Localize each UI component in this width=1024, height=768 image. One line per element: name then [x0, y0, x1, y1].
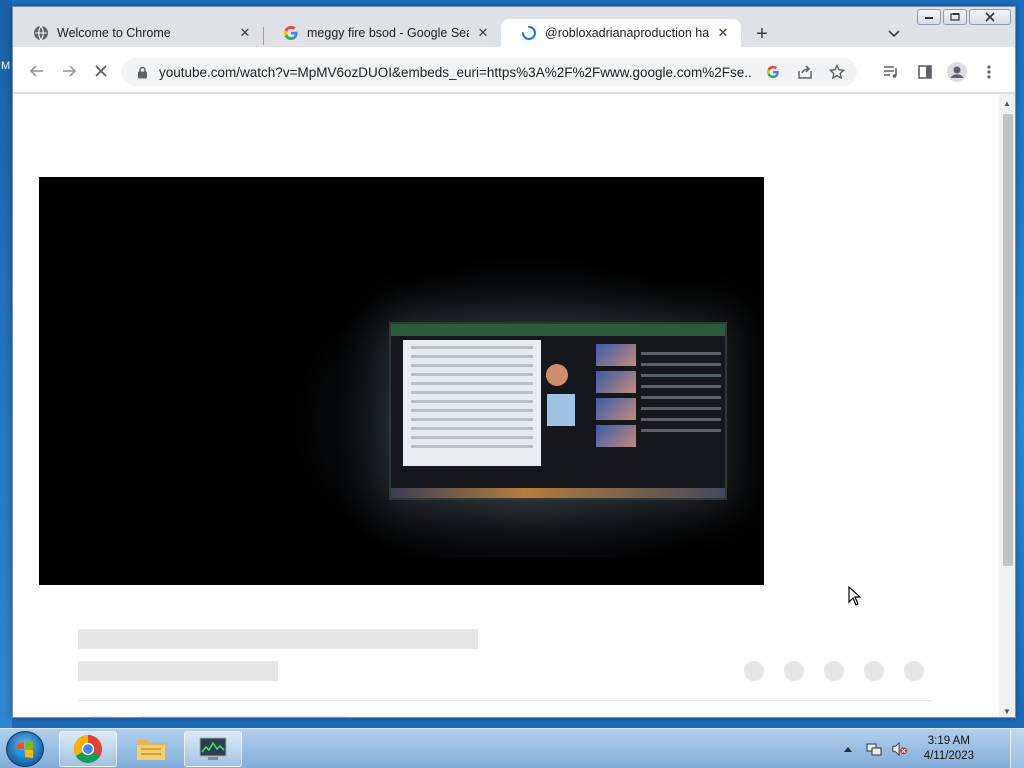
action-skeleton [784, 661, 804, 681]
taskbar-clock[interactable]: 3:19 AM 4/11/2023 [924, 734, 974, 764]
taskbar: 3:19 AM 4/11/2023 [0, 728, 1024, 768]
tab-strip: Welcome to Chrome ✕ meggy fire bsod - Go… [13, 7, 1015, 47]
title-skeleton [78, 629, 478, 649]
side-panel-icon[interactable] [915, 62, 935, 82]
tab-title: Welcome to Chrome [57, 26, 171, 40]
address-bar[interactable]: youtube.com/watch?v=MpMV6ozDUOI&embeds_e… [121, 58, 857, 86]
bookmark-star-icon[interactable] [825, 60, 849, 84]
mouse-cursor-icon [848, 586, 862, 606]
show-desktop-button[interactable] [1010, 729, 1024, 768]
action-skeleton [744, 661, 764, 681]
action-skeleton [904, 661, 924, 681]
tab-search-chevron-icon[interactable] [885, 25, 903, 43]
action-skeleton [864, 661, 884, 681]
stop-loading-button[interactable] [91, 61, 111, 81]
show-hidden-icons-icon[interactable] [840, 741, 856, 757]
forward-button[interactable] [59, 61, 79, 81]
video-player[interactable] [39, 177, 764, 585]
task-manager-icon [199, 737, 227, 760]
close-icon[interactable]: ✕ [475, 25, 491, 41]
clock-date: 4/11/2023 [923, 750, 974, 762]
close-icon[interactable]: ✕ [237, 25, 253, 41]
share-icon[interactable] [793, 60, 817, 84]
maximize-button[interactable] [943, 9, 967, 25]
windows-logo-icon [17, 741, 33, 758]
tab-google-search[interactable]: meggy fire bsod - Google Search ✕ [263, 19, 501, 47]
desktop-icon-label: M [1, 60, 11, 72]
minimize-button[interactable] [917, 9, 941, 25]
browser-toolbar: youtube.com/watch?v=MpMV6ozDUOI&embeds_e… [13, 47, 1015, 93]
video-frame-content [389, 322, 727, 500]
avatar-skeleton [91, 716, 115, 717]
taskbar-chrome-button[interactable] [59, 731, 117, 767]
clock-time: 3:19 AM [927, 735, 970, 747]
section-divider [77, 700, 933, 701]
profile-avatar-icon[interactable] [947, 62, 967, 82]
page-scrollbar[interactable]: ▲ ▼ [999, 94, 1015, 717]
chrome-window: Welcome to Chrome ✕ meggy fire bsod - Go… [12, 6, 1016, 718]
google-g-icon [283, 25, 299, 41]
close-icon[interactable]: ✕ [715, 25, 731, 41]
taskbar-explorer-button[interactable] [122, 731, 180, 767]
loading-spinner-icon [521, 25, 537, 41]
desktop-background: M [0, 0, 12, 728]
scrollbar-thumb[interactable] [1003, 114, 1013, 566]
tab-welcome[interactable]: Welcome to Chrome ✕ [13, 19, 263, 47]
tab-title: @robloxadrianaproduction has b [545, 26, 709, 40]
globe-icon [33, 25, 49, 41]
channel-skeleton [78, 661, 278, 681]
start-button[interactable] [6, 731, 44, 767]
chrome-icon [74, 735, 102, 763]
back-button[interactable] [27, 61, 47, 81]
folder-icon [137, 740, 165, 760]
description-skeleton [141, 716, 345, 717]
system-tray: 3:19 AM 4/11/2023 [840, 729, 974, 768]
volume-muted-icon[interactable] [892, 741, 908, 757]
scroll-down-arrow-icon[interactable]: ▼ [1002, 706, 1012, 716]
tab-youtube-active[interactable]: @robloxadrianaproduction has b ✕ [501, 19, 741, 47]
tab-title: meggy fire bsod - Google Search [307, 26, 469, 40]
new-tab-button[interactable]: + [751, 23, 773, 45]
lock-icon[interactable] [135, 65, 149, 79]
taskbar-task-manager-button[interactable] [184, 731, 242, 767]
action-skeleton [824, 661, 844, 681]
media-controls-icon[interactable] [881, 62, 901, 82]
page-content: ▲ ▼ [13, 94, 1015, 717]
more-menu-icon[interactable] [979, 62, 999, 82]
scroll-up-arrow-icon[interactable]: ▲ [1002, 98, 1012, 108]
url-text[interactable]: youtube.com/watch?v=MpMV6ozDUOI&embeds_e… [159, 65, 753, 80]
google-lens-icon[interactable] [761, 60, 785, 84]
close-window-button[interactable] [969, 9, 1011, 25]
network-icon[interactable] [866, 741, 882, 757]
window-controls [917, 9, 1011, 25]
